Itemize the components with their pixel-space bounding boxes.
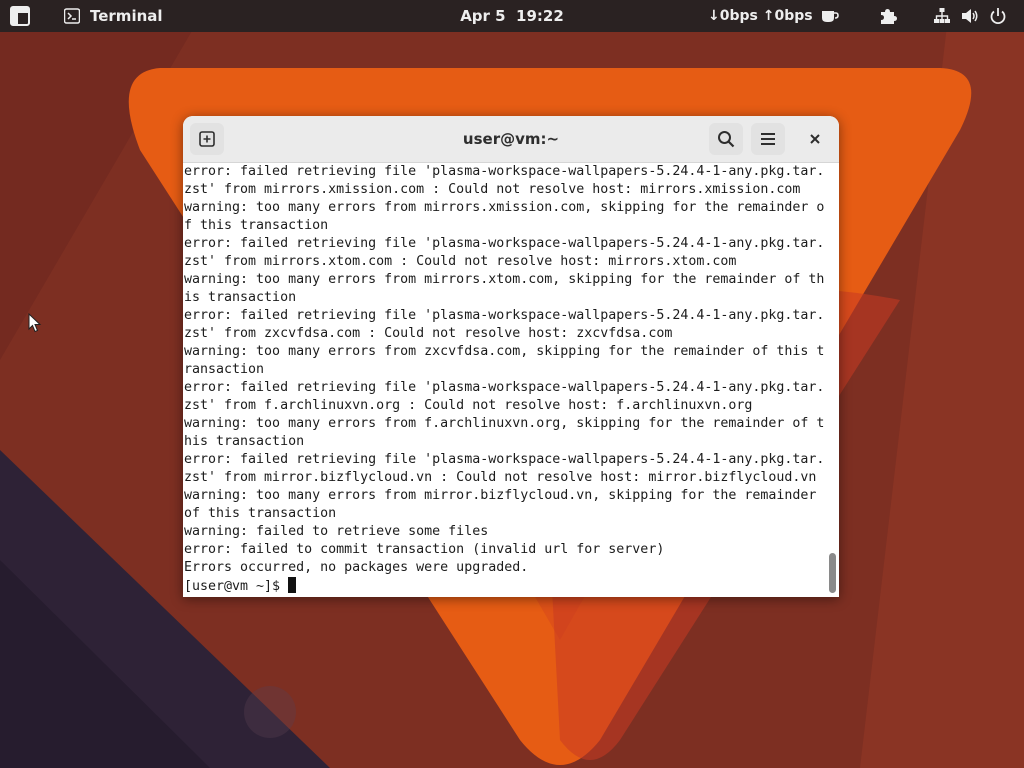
volume-indicator[interactable] (960, 0, 980, 32)
close-button[interactable] (799, 123, 831, 155)
net-speed-text: ↓0bps ↑0bps (708, 8, 813, 24)
output-line: error: failed retrieving file 'plasma-wo… (184, 236, 825, 251)
output-line: Errors occurred, no packages were upgrad… (184, 560, 529, 575)
top-bar: Terminal Apr 5 19:22 ↓0bps ↑0bps (0, 0, 1024, 32)
terminal-app-icon (62, 6, 82, 26)
output-line: error: failed retrieving file 'plasma-wo… (184, 452, 825, 467)
shell-prompt: [user@vm ~]$ (184, 579, 289, 594)
activities-button[interactable] (10, 0, 30, 32)
mouse-pointer-icon (28, 313, 42, 333)
output-line: warning: too many errors from mirrors.xm… (184, 200, 825, 215)
output-line: ransaction (184, 362, 265, 377)
output-line: warning: failed to retrieve some files (184, 524, 489, 539)
output-line: zst' from f.archlinuxvn.org : Could not … (184, 398, 753, 413)
coffee-cup-icon (820, 6, 840, 26)
terminal-output[interactable]: error: failed retrieving file 'plasma-wo… (183, 163, 827, 597)
network-indicator[interactable] (932, 0, 952, 32)
puzzle-piece-icon (878, 6, 898, 26)
search-icon (716, 129, 736, 149)
network-wired-icon (932, 6, 952, 26)
new-tab-icon (197, 129, 217, 149)
extensions-indicator[interactable] (878, 0, 898, 32)
power-icon (988, 6, 1008, 26)
text-cursor (288, 577, 297, 593)
output-line: error: failed retrieving file 'plasma-wo… (184, 308, 825, 323)
output-line: zst' from zxcvfdsa.com : Could not resol… (184, 326, 673, 341)
net-speed-indicator[interactable]: ↓0bps ↑0bps (708, 0, 813, 32)
app-name: Terminal (90, 7, 163, 25)
scrollbar-thumb[interactable] (829, 553, 836, 593)
hamburger-menu-icon (758, 129, 778, 149)
scrollbar[interactable] (827, 163, 839, 597)
menu-button[interactable] (751, 123, 785, 155)
activities-grid-icon (10, 6, 30, 26)
output-line: warning: too many errors from mirror.biz… (184, 488, 817, 503)
output-line: of this transaction (184, 506, 337, 521)
output-line: f this transaction (184, 218, 329, 233)
power-menu[interactable] (988, 0, 1008, 32)
output-line: zst' from mirror.bizflycloud.vn : Could … (184, 470, 817, 485)
new-tab-button[interactable] (190, 123, 224, 155)
close-icon (805, 129, 825, 149)
output-line: warning: too many errors from zxcvfdsa.c… (184, 344, 825, 359)
output-line: zst' from mirrors.xtom.com : Could not r… (184, 254, 737, 269)
output-line: error: failed to commit transaction (inv… (184, 542, 665, 557)
header-bar[interactable]: user@vm:~ (183, 116, 839, 163)
output-line: error: failed retrieving file 'plasma-wo… (184, 380, 825, 395)
output-line: his transaction (184, 434, 305, 449)
output-line: warning: too many errors from f.archlinu… (184, 416, 825, 431)
output-line: zst' from mirrors.xmission.com : Could n… (184, 182, 801, 197)
caffeine-indicator[interactable] (820, 0, 840, 32)
output-line: is transaction (184, 290, 297, 305)
speaker-volume-icon (960, 6, 980, 26)
app-menu[interactable]: Terminal (62, 0, 163, 32)
terminal-window: user@vm:~ error: failed retrieving file … (183, 116, 839, 597)
output-line: warning: too many errors from mirrors.xt… (184, 272, 825, 287)
output-line: error: failed retrieving file 'plasma-wo… (184, 164, 825, 179)
search-button[interactable] (709, 123, 743, 155)
clock[interactable]: Apr 5 19:22 (460, 7, 564, 25)
prompt-line[interactable]: [user@vm ~]$ (184, 577, 827, 595)
